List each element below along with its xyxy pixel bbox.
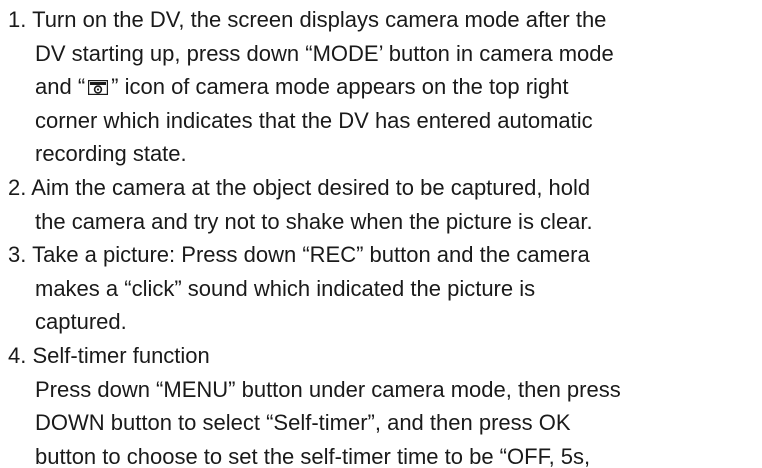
step-1-text: ” icon of camera mode appears on the top…	[111, 74, 569, 99]
step-1-text: recording state.	[35, 141, 187, 166]
step-4-text: DOWN button to select “Self-timer”, and …	[35, 410, 571, 435]
step-2-number: 2.	[8, 175, 27, 200]
step-2-text: the camera and try not to shake when the…	[35, 209, 593, 234]
step-1-line-2: DV starting up, press down “MODE’ button…	[35, 39, 614, 69]
step-4-line-4: button to choose to set the self-timer t…	[35, 442, 590, 468]
step-4-line-1: 4. Self-timer function	[8, 341, 210, 371]
step-4-line-2: Press down “MENU” button under camera mo…	[35, 375, 621, 405]
step-4-text: button to choose to set the self-timer t…	[35, 444, 591, 468]
step-1-line-5: recording state.	[35, 139, 187, 169]
step-4-line-3: DOWN button to select “Self-timer”, and …	[35, 408, 571, 438]
step-1-text: Turn on the DV, the screen displays came…	[32, 7, 607, 32]
manual-page: 1. Turn on the DV, the screen displays c…	[0, 0, 762, 468]
step-3-text: makes a “click” sound which indicated th…	[35, 276, 536, 301]
step-1-number: 1.	[8, 7, 27, 32]
step-2-text: Aim the camera at the object desired to …	[31, 175, 591, 200]
step-2-line-1: 2. Aim the camera at the object desired …	[8, 173, 590, 203]
step-1-text: and “	[35, 74, 86, 99]
step-1-line-4: corner which indicates that the DV has e…	[35, 106, 593, 136]
step-1-line-3: and “ ” icon of camera mode appears on th…	[35, 72, 569, 102]
step-4-heading: Self-timer function	[32, 343, 210, 368]
step-1-text: DV starting up, press down “MODE’ button…	[35, 41, 614, 66]
step-3-text: captured.	[35, 309, 127, 334]
camera-mode-icon	[88, 80, 109, 95]
step-4-number: 4.	[8, 343, 27, 368]
step-4-text: Press down “MENU” button under camera mo…	[35, 377, 621, 402]
step-3-number: 3.	[8, 242, 27, 267]
step-3-line-1: 3. Take a picture: Press down “REC” butt…	[8, 240, 590, 270]
step-3-text: Take a picture: Press down “REC” button …	[32, 242, 590, 267]
step-1-text: corner which indicates that the DV has e…	[35, 108, 593, 133]
step-3-line-2: makes a “click” sound which indicated th…	[35, 274, 535, 304]
step-2-line-2: the camera and try not to shake when the…	[35, 207, 593, 237]
step-1-line-1: 1. Turn on the DV, the screen displays c…	[8, 5, 606, 35]
step-3-line-3: captured.	[35, 307, 127, 337]
